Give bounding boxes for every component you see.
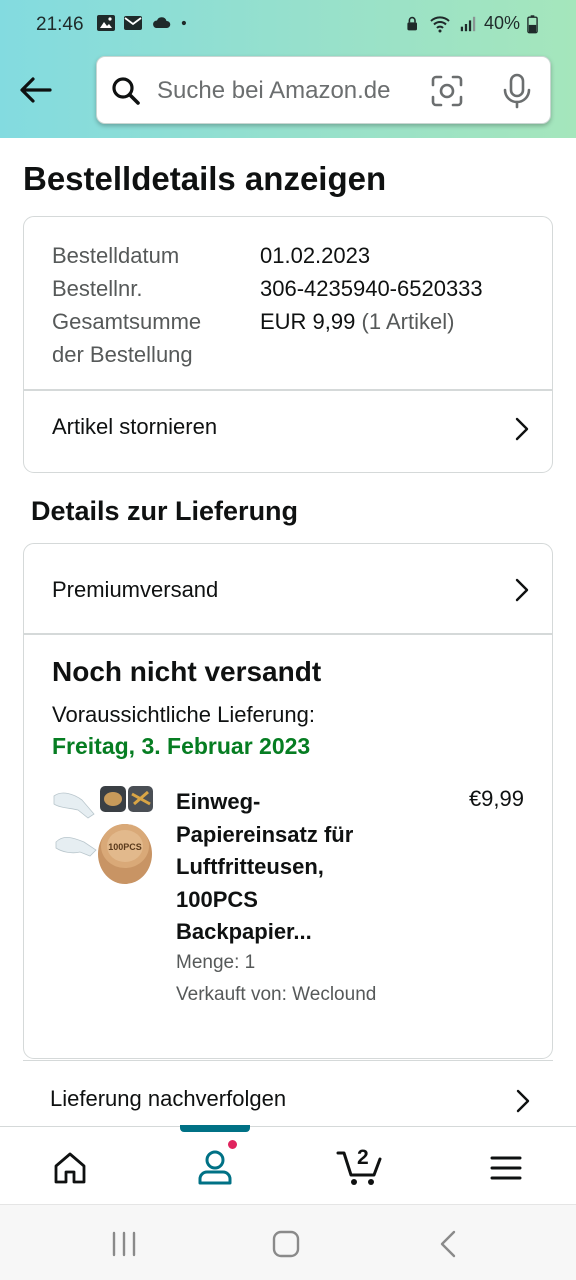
- back-button-icon[interactable]: [438, 1229, 458, 1259]
- order-row-total-cont: der Bestellung: [52, 338, 483, 371]
- product-title-line: Papiereinsatz für: [176, 821, 354, 847]
- divider: [24, 633, 552, 635]
- cancel-items-row[interactable]: Artikel stornieren: [24, 390, 552, 466]
- lock-icon: [407, 16, 417, 30]
- order-date-label: Bestelldatum: [52, 243, 180, 268]
- cart-count: 2: [357, 1146, 369, 1169]
- menu-icon[interactable]: [490, 1155, 522, 1181]
- wifi-icon: [430, 15, 450, 32]
- order-date-value: 01.02.2023: [260, 243, 371, 268]
- search-input[interactable]: [157, 77, 417, 105]
- order-total-label-cont: der Bestellung: [52, 342, 193, 367]
- order-row-number: Bestellnr. 306-4235940-6520333: [52, 272, 483, 305]
- search-bar[interactable]: [96, 56, 551, 124]
- shipping-method-row[interactable]: Premiumversand: [24, 549, 552, 631]
- product-image[interactable]: 100PCS: [52, 784, 154, 886]
- product-title-line: Einweg-: [176, 789, 261, 814]
- track-delivery-label: Lieferung nachverfolgen: [50, 1086, 287, 1111]
- product-title-line: Backpapier...: [176, 919, 312, 944]
- search-icon: [112, 77, 140, 105]
- camera-scan-icon[interactable]: [430, 74, 464, 108]
- delivery-card: Premiumversand Noch nicht versandt Vorau…: [23, 543, 553, 1059]
- app-header: 21:46 40%: [0, 0, 576, 138]
- bottom-nav: [0, 1125, 576, 1204]
- microphone-icon[interactable]: [501, 73, 533, 109]
- cancel-items-label: Artikel stornieren: [52, 414, 218, 439]
- back-arrow-icon[interactable]: [18, 72, 54, 108]
- order-item-count: (1 Artikel): [361, 309, 455, 334]
- shipment-status: Noch nicht versandt: [52, 656, 322, 687]
- image-icon: [97, 15, 115, 31]
- delivery-section-title: Details zur Lieferung: [31, 496, 299, 526]
- status-icons-right: 40%: [405, 13, 538, 34]
- order-total-amount: EUR 9,99: [260, 309, 356, 334]
- status-bar: 21:46 40%: [0, 0, 576, 50]
- order-row-total: Gesamtsumme EUR 9,99 (1 Artikel): [52, 305, 483, 338]
- notification-badge: [226, 1138, 239, 1151]
- chevron-right-icon: [515, 417, 529, 441]
- product-image-label: 100PCS: [108, 842, 142, 852]
- chevron-right-icon: [515, 578, 529, 602]
- order-summary-card: Bestelldatum 01.02.2023 Bestellnr. 306-4…: [23, 216, 553, 473]
- order-total-value: EUR 9,99 (1 Artikel): [260, 305, 454, 338]
- product-seller: Verkauft von: Weclound: [176, 984, 377, 1005]
- expected-delivery-label: Voraussichtliche Lieferung:: [52, 702, 315, 727]
- order-number-value: 306-4235940-6520333: [260, 276, 483, 301]
- account-icon[interactable]: [197, 1149, 233, 1185]
- product-title-line: 100PCS: [176, 886, 258, 912]
- dot-icon: [181, 20, 186, 26]
- order-number-label: Bestellnr.: [52, 276, 143, 301]
- track-delivery-row[interactable]: Lieferung nachverfolgen: [23, 1060, 553, 1126]
- product-price: €9,99: [468, 786, 524, 811]
- chevron-right-icon: [516, 1089, 530, 1113]
- shipping-method-label: Premiumversand: [52, 577, 219, 602]
- battery-icon: [527, 14, 538, 33]
- order-row-date: Bestelldatum 01.02.2023: [52, 239, 483, 272]
- page-title: Bestelldetails anzeigen: [23, 160, 387, 197]
- system-nav-bar: [0, 1204, 576, 1280]
- expected-delivery-date: Freitag, 3. Februar 2023: [52, 733, 311, 759]
- status-icons-left: [96, 13, 193, 33]
- mail-icon: [124, 16, 142, 30]
- battery-percent: 40%: [483, 13, 520, 33]
- product-quantity: Menge: 1: [176, 952, 256, 973]
- order-total-label: Gesamtsumme: [52, 309, 202, 334]
- order-info: Bestelldatum 01.02.2023 Bestellnr. 306-4…: [52, 239, 483, 371]
- cloud-icon: [153, 17, 171, 28]
- home-icon[interactable]: [52, 1151, 88, 1185]
- signal-icon: [460, 16, 476, 31]
- home-button-icon[interactable]: [272, 1230, 300, 1258]
- status-time: 21:46: [36, 14, 84, 35]
- active-tab-indicator: [180, 1125, 250, 1132]
- product-title-line: Luftfritteusen,: [176, 854, 324, 879]
- recent-apps-icon[interactable]: [110, 1231, 138, 1257]
- product-title[interactable]: Einweg- Papiereinsatz für Luftfritteusen…: [176, 786, 416, 949]
